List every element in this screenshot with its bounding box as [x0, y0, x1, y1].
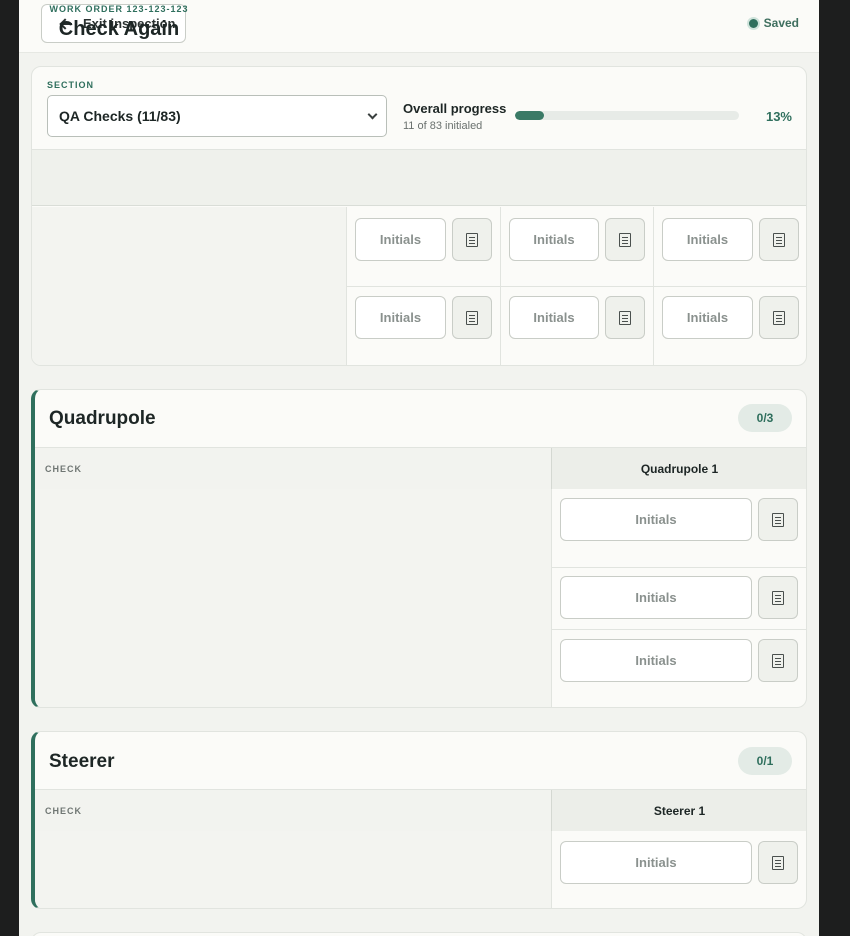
save-status: Saved — [748, 16, 799, 30]
group-title: Quadrupole — [49, 408, 156, 429]
group-card-next — [31, 932, 807, 936]
note-button[interactable] — [758, 498, 798, 541]
group-count-badge: 0/3 — [738, 404, 792, 432]
check-description-cell — [35, 489, 551, 707]
note-button[interactable] — [759, 218, 799, 261]
progress-subtitle: 11 of 83 initialed — [403, 120, 483, 132]
note-icon — [772, 590, 784, 605]
initials-button[interactable]: Initials — [355, 296, 446, 339]
note-icon — [619, 310, 631, 325]
row-divider — [346, 286, 806, 287]
column-header: Quadrupole 1 — [551, 448, 806, 489]
note-icon — [466, 232, 478, 247]
group-count-badge: 0/1 — [738, 747, 792, 775]
note-button[interactable] — [758, 841, 798, 884]
table-header-band — [32, 150, 806, 206]
check-description-cell — [32, 207, 346, 365]
check-column-header: CHECK — [35, 790, 551, 831]
top-bar: Exit inspection WORK ORDER 123-123-123 C… — [19, 0, 819, 53]
chevron-down-icon — [367, 109, 378, 120]
group-title: Steerer — [49, 751, 115, 772]
work-order-label: WORK ORDER 123-123-123 — [49, 4, 189, 14]
progress-percent: 13% — [765, 109, 792, 124]
section-label: SECTION — [47, 80, 95, 90]
initials-button[interactable]: Initials — [560, 639, 752, 682]
column-divider — [551, 831, 552, 908]
top-bar-spacer — [19, 53, 819, 65]
initials-button[interactable]: Initials — [509, 218, 599, 261]
initials-button[interactable]: Initials — [509, 296, 599, 339]
page-title: Check Again — [58, 18, 180, 40]
note-button[interactable] — [758, 639, 798, 682]
save-status-label: Saved — [763, 16, 799, 30]
section-select[interactable]: QA Checks (11/83) — [47, 95, 387, 137]
note-button[interactable] — [605, 296, 645, 339]
note-icon — [772, 512, 784, 527]
progress-bar — [515, 111, 739, 120]
initials-button[interactable]: Initials — [560, 498, 752, 541]
status-dot-icon — [748, 18, 758, 28]
row-divider — [551, 567, 806, 568]
note-icon — [619, 232, 631, 247]
group-card-quadrupole: Quadrupole 0/3 CHECK Quadrupole 1 Initia… — [31, 389, 807, 708]
initials-button[interactable]: Initials — [560, 841, 752, 884]
row-divider — [551, 629, 806, 630]
progress-bar-fill — [515, 111, 545, 120]
note-icon — [466, 310, 478, 325]
progress-title: Overall progress — [403, 101, 507, 116]
note-button[interactable] — [758, 576, 798, 619]
initials-button[interactable]: Initials — [355, 218, 446, 261]
section-card: SECTION QA Checks (11/83) Overall progre… — [31, 66, 807, 366]
note-icon — [772, 653, 784, 668]
section-select-value: QA Checks (11/83) — [59, 108, 181, 124]
group-card-steerer: Steerer 0/1 CHECK Steerer 1 Initials — [31, 731, 807, 909]
note-icon — [772, 855, 784, 870]
inspection-page: Exit inspection WORK ORDER 123-123-123 C… — [19, 0, 819, 936]
column-divider — [551, 489, 552, 707]
note-button[interactable] — [452, 296, 492, 339]
note-button[interactable] — [759, 296, 799, 339]
initials-button[interactable]: Initials — [560, 576, 752, 619]
initials-button[interactable]: Initials — [662, 218, 753, 261]
note-icon — [773, 232, 785, 247]
note-button[interactable] — [605, 218, 645, 261]
check-description-cell — [35, 831, 551, 908]
initials-button[interactable]: Initials — [662, 296, 753, 339]
check-column-header: CHECK — [35, 448, 551, 489]
note-icon — [773, 310, 785, 325]
column-header: Steerer 1 — [551, 790, 806, 831]
note-button[interactable] — [452, 218, 492, 261]
